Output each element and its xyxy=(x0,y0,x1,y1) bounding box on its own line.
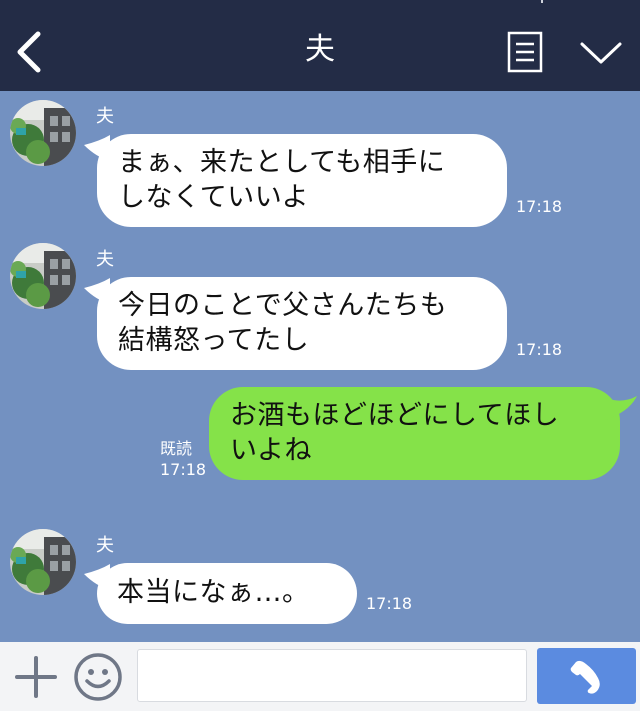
avatar[interactable] xyxy=(10,529,76,595)
avatar-building-icon xyxy=(10,529,76,595)
bubble-tail xyxy=(605,396,637,420)
sender-name: 夫 xyxy=(96,535,114,556)
chat-messages[interactable]: 夫 まぁ、来たとしても相手に しなくていいよ 17:18 夫 今日のことで父さん… xyxy=(0,91,640,642)
message-text-line: 今日のことで父さんたちも xyxy=(118,290,448,321)
emoji-icon[interactable] xyxy=(73,652,123,702)
avatar-building-icon xyxy=(10,243,76,309)
sender-name: 夫 xyxy=(96,249,114,270)
read-label: 既読 xyxy=(160,439,193,458)
message-bubble[interactable]: 本当になぁ…。 xyxy=(97,563,357,624)
call-button[interactable] xyxy=(537,648,636,704)
menu-icon[interactable] xyxy=(506,30,544,74)
message-text-line: いよね xyxy=(230,435,312,466)
message-text-line: まぁ、来たとしても相手に xyxy=(118,147,446,178)
input-bar xyxy=(0,642,640,711)
message-input[interactable] xyxy=(137,649,527,702)
message-bubble[interactable]: お酒もほどほどにしてほし いよね xyxy=(209,387,620,480)
message-text-line: しなくていいよ xyxy=(118,182,310,213)
avatar-building-icon xyxy=(10,100,76,166)
message-time: 17:18 xyxy=(160,460,207,479)
avatar[interactable] xyxy=(10,100,76,166)
message-bubble[interactable]: 今日のことで父さんたちも 結構怒ってたし xyxy=(97,277,507,370)
message-time: 17:18 xyxy=(516,340,563,359)
sender-name: 夫 xyxy=(96,106,114,127)
message-text-line: 結構怒ってたし xyxy=(118,325,310,356)
message-text-line: お酒もほどほどにしてほし xyxy=(230,400,560,431)
phone-icon xyxy=(570,660,600,694)
chat-title: 夫 xyxy=(305,32,335,67)
plus-icon[interactable] xyxy=(14,655,58,699)
read-receipt: 既読 17:18 xyxy=(160,438,206,480)
message-time: 17:18 xyxy=(366,594,413,613)
chevron-down-icon[interactable] xyxy=(578,34,624,70)
message-text-line: 本当になぁ…。 xyxy=(117,577,310,608)
message-time: 17:18 xyxy=(516,197,563,216)
avatar[interactable] xyxy=(10,243,76,309)
message-bubble[interactable]: まぁ、来たとしても相手に しなくていいよ xyxy=(97,134,507,227)
chat-header: 夫 xyxy=(0,0,640,91)
